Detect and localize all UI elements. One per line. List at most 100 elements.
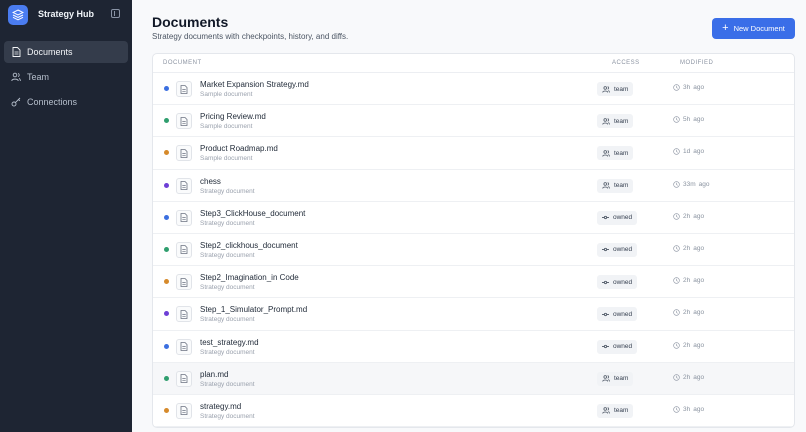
- new-document-label: New Document: [733, 24, 785, 33]
- status-dot: [164, 182, 169, 188]
- table-row[interactable]: Market Expansion Strategy.md Sample docum…: [153, 73, 794, 106]
- column-header-document: DOCUMENT: [163, 60, 202, 66]
- access-label: team: [614, 117, 629, 125]
- document-name[interactable]: Product Roadmap.md: [200, 144, 278, 153]
- modified-value: 5h: [683, 116, 691, 124]
- document-type: Strategy document: [200, 380, 255, 388]
- document-icon: [176, 177, 192, 194]
- team-icon: [602, 117, 610, 125]
- team-icon: [602, 375, 610, 382]
- modified-value: 3h: [683, 84, 691, 91]
- modified-value: 1d: [683, 148, 691, 156]
- status-dot: [164, 118, 169, 124]
- document-name[interactable]: plan.md: [200, 370, 228, 379]
- table-row[interactable]: Step2_clickhous_document Strategy documen…: [153, 234, 794, 267]
- modified-suffix: ago: [693, 277, 705, 285]
- column-header-access: ACCESS: [612, 60, 640, 66]
- document-name[interactable]: Step3_ClickHouse_document: [200, 209, 305, 218]
- new-document-button[interactable]: + New Document: [712, 18, 795, 39]
- modified-suffix: ago: [693, 148, 705, 156]
- modified-value: 33m: [683, 180, 696, 188]
- owned-icon: [602, 215, 609, 220]
- sidebar: Strategy Hub Documents Team Connections: [0, 0, 132, 432]
- access-label: owned: [613, 214, 633, 222]
- clock-icon: [673, 277, 680, 284]
- modified-value: 2h: [683, 244, 691, 252]
- sidebar-nav: Documents Team Connections: [0, 41, 132, 113]
- sidebar-item-documents[interactable]: Documents: [4, 41, 128, 63]
- document-name[interactable]: Step2_Imagination_in Code: [200, 273, 299, 282]
- document-name[interactable]: Pricing Review.md: [200, 112, 266, 121]
- document-name[interactable]: test_strategy.md: [200, 338, 259, 347]
- modified-suffix: ago: [698, 180, 710, 188]
- document-type: Strategy document: [200, 219, 255, 227]
- access-badge: owned: [597, 339, 638, 354]
- modified-time: 3h ago: [673, 84, 704, 91]
- clock-icon: [673, 309, 680, 317]
- table-row[interactable]: test_strategy.md Strategy document owned 2h…: [153, 331, 794, 363]
- clock-icon: [673, 406, 680, 413]
- document-icon: [176, 370, 192, 387]
- sidebar-item-label: Connections: [27, 97, 78, 107]
- owned-icon: [602, 247, 609, 252]
- document-type: Strategy document: [200, 348, 255, 356]
- modified-suffix: ago: [693, 84, 705, 91]
- sidebar-item-team[interactable]: Team: [4, 66, 128, 88]
- document-type: Strategy document: [200, 316, 255, 324]
- modified-value: 2h: [683, 277, 691, 285]
- document-type: Sample document: [200, 123, 253, 131]
- sidebar-item-connections[interactable]: Connections: [4, 91, 128, 113]
- document-name[interactable]: strategy.md: [200, 402, 241, 411]
- document-icon: [176, 113, 192, 130]
- team-icon: [602, 150, 610, 157]
- page-title: Documents: [152, 14, 229, 30]
- modified-time: 3h ago: [673, 406, 704, 413]
- access-badge: team: [597, 114, 634, 129]
- document-type: Sample document: [200, 91, 253, 98]
- modified-time: 2h ago: [673, 342, 704, 349]
- modified-value: 2h: [683, 212, 691, 220]
- sidebar-item-label: Documents: [27, 47, 73, 57]
- document-type: Strategy document: [200, 412, 255, 420]
- page-subtitle: Strategy documents with checkpoints, his…: [152, 32, 349, 41]
- modified-value: 2h: [683, 373, 691, 381]
- clock-icon: [673, 180, 680, 188]
- modified-time: 1d ago: [673, 148, 704, 155]
- status-dot: [164, 246, 169, 252]
- document-name[interactable]: Step2_clickhous_document: [200, 241, 298, 250]
- document-type: Strategy document: [200, 284, 255, 292]
- modified-value: 2h: [683, 309, 691, 317]
- clock-icon: [673, 148, 680, 156]
- status-dot: [164, 279, 169, 285]
- table-row[interactable]: Product Roadmap.md Sample document team 1d a…: [153, 137, 794, 170]
- modified-suffix: ago: [693, 341, 705, 349]
- documents-table: DOCUMENT ACCESS MODIFIED Market Expansio…: [152, 53, 795, 428]
- access-badge: team: [597, 403, 634, 418]
- table-row[interactable]: strategy.md Strategy document team 3h ago: [153, 395, 794, 427]
- sidebar-toggle-icon[interactable]: [111, 9, 120, 18]
- document-name[interactable]: Market Expansion Strategy.md: [200, 80, 309, 89]
- document-type: Strategy document: [200, 187, 255, 195]
- team-icon: [602, 85, 610, 93]
- status-dot: [164, 375, 169, 381]
- status-dot: [164, 407, 169, 413]
- document-name[interactable]: Step_1_Simulator_Prompt.md: [200, 305, 307, 314]
- access-label: team: [614, 407, 629, 415]
- app-name: Strategy Hub: [38, 9, 95, 19]
- table-row[interactable]: Step2_Imagination_in Code Strategy docume…: [153, 266, 794, 299]
- table-row[interactable]: Step_1_Simulator_Prompt.md Strategy docum…: [153, 298, 794, 331]
- column-header-modified: MODIFIED: [680, 60, 714, 66]
- access-badge: owned: [597, 242, 638, 257]
- table-row[interactable]: chess Strategy document team 33m ago: [153, 170, 794, 202]
- table-row[interactable]: Pricing Review.md Sample document team 5h ag…: [153, 105, 794, 138]
- modified-suffix: ago: [693, 405, 705, 413]
- layers-icon[interactable]: [8, 4, 28, 25]
- access-badge: team: [597, 146, 634, 161]
- access-badge: owned: [597, 307, 638, 322]
- modified-value: 2h: [683, 341, 691, 349]
- table-row[interactable]: Step3_ClickHouse_document Strategy docume…: [153, 202, 794, 234]
- modified-suffix: ago: [693, 244, 705, 252]
- team-icon: [602, 407, 610, 414]
- table-row[interactable]: plan.md Strategy document team 2h ago: [153, 362, 794, 395]
- document-name[interactable]: chess: [200, 177, 221, 186]
